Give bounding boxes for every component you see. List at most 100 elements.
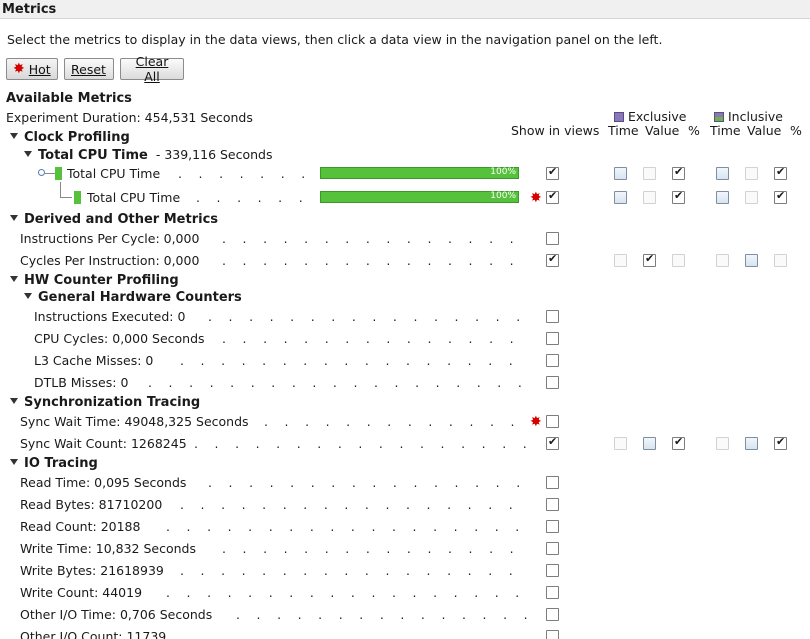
metric-row-sync-wait-count: Sync Wait Count: 1268245 . . . . . . . .… <box>0 435 810 456</box>
leader-dots: . . . . . . . . . . . . . . . . . . . . … <box>208 309 528 324</box>
exclusive-time-checkbox <box>614 437 627 450</box>
metric-label: Write Time: 10,832 Seconds <box>20 541 196 556</box>
exclusive-metric-icon <box>614 112 624 122</box>
exclusive-percent-checkbox[interactable] <box>672 165 685 180</box>
metric-label: Read Count: 20188 <box>20 519 141 534</box>
metric-row-read-count: Read Count: 20188 . . . . . . . . . . . … <box>0 519 810 539</box>
show-in-views-checkbox[interactable] <box>546 542 559 555</box>
panel-title: Metrics <box>0 0 810 19</box>
show-in-views-checkbox[interactable] <box>546 564 559 577</box>
show-in-views-checkbox[interactable] <box>546 310 559 323</box>
expand-triangle-icon[interactable] <box>10 459 18 465</box>
metric-row-sync-wait-time: Sync Wait Time: 49048,325 Seconds . . . … <box>0 414 810 434</box>
leader-dots: . . . . . . . . . . . . . . . . . . . . … <box>222 541 518 556</box>
exclusive-value-checkbox <box>643 191 656 204</box>
show-in-views-checkbox[interactable] <box>546 498 559 511</box>
metric-row-cpu-cycles: CPU Cycles: 0,000 Seconds . . . . . . . … <box>0 331 810 351</box>
red-star-icon: ✸ <box>530 190 542 206</box>
metric-label: CPU Cycles: 0,000 Seconds <box>34 331 205 346</box>
show-in-views-checkbox[interactable] <box>546 189 559 204</box>
leader-dots: . . . . . . . . . . . . . . . . . . . . … <box>166 585 528 600</box>
clear-all-button[interactable]: Clear All <box>120 54 184 84</box>
leader-dots: . . . . . . . . . . . . . . . . . . . . … <box>194 436 528 451</box>
show-in-views-checkbox[interactable] <box>546 354 559 367</box>
show-in-views-checkbox[interactable] <box>546 232 559 245</box>
metric-label: Total CPU Time <box>87 190 181 205</box>
expand-triangle-icon[interactable] <box>10 215 18 221</box>
reset-button-label: Reset <box>71 61 106 77</box>
inclusive-value-checkbox[interactable] <box>745 437 758 450</box>
show-in-views-checkbox[interactable] <box>546 165 559 180</box>
expand-triangle-icon[interactable] <box>10 398 18 404</box>
bar-label: 100% <box>490 167 516 177</box>
section-title: Derived and Other Metrics <box>24 212 219 227</box>
leader-dots: . . . . . . . . . . . . . . . . . . . . … <box>222 253 527 268</box>
group-total-cpu-time[interactable]: Total CPU Time - 339,116 Seconds <box>0 147 810 167</box>
show-in-views-checkbox[interactable] <box>546 435 559 450</box>
metric-row-other-io-count: Other I/O Count: 11739 . . . . . . . . .… <box>0 629 810 639</box>
inclusive-value-checkbox <box>745 167 758 180</box>
section-title: Clock Profiling <box>24 130 130 145</box>
exclusive-time-checkbox[interactable] <box>614 167 627 180</box>
metric-label: Sync Wait Count: 1268245 <box>20 436 187 451</box>
exclusive-value-checkbox[interactable] <box>643 437 656 450</box>
expand-triangle-icon[interactable] <box>10 276 18 282</box>
show-in-views-checkbox[interactable] <box>546 586 559 599</box>
metric-label: Write Bytes: 21618939 <box>20 563 164 578</box>
expand-triangle-icon[interactable] <box>10 133 18 139</box>
metric-row-write-count: Write Count: 44019 . . . . . . . . . . .… <box>0 585 810 605</box>
available-metrics-heading: Available Metrics <box>6 91 132 106</box>
show-in-views-checkbox[interactable] <box>546 415 559 428</box>
red-star-icon: ✸ <box>530 414 542 430</box>
inclusive-time-checkbox[interactable] <box>716 167 729 180</box>
leader-dots: . . . . . . . . . . . . . . . . . . . . … <box>148 375 528 390</box>
show-in-views-checkbox[interactable] <box>546 332 559 345</box>
hot-button[interactable]: ✸ Hot <box>6 58 58 80</box>
section-synchronization-tracing[interactable]: Synchronization Tracing <box>0 395 810 415</box>
exclusive-value-checkbox[interactable] <box>643 252 656 267</box>
clear-all-button-label: Clear All <box>135 54 169 84</box>
show-in-views-checkbox[interactable] <box>546 376 559 389</box>
inclusive-percent-checkbox[interactable] <box>774 189 787 204</box>
metric-label: Read Bytes: 81710200 <box>20 497 163 512</box>
metric-label: Total CPU Time <box>67 166 161 181</box>
leader-dots: . . . . . . . . . . . . . . . . . . . . … <box>180 629 528 639</box>
metric-row-total-cpu-time: Total CPU Time . . . . . . . . . . . . .… <box>0 165 810 186</box>
leader-dots: . . . . . . . . . . . . . . . . . . . . … <box>180 497 528 512</box>
exclusive-header: Exclusive <box>614 109 686 124</box>
cpu-percentage-bar: 100% <box>320 191 519 203</box>
leader-dots: . . . . . . . . . . . . . . . . . <box>196 190 316 205</box>
section-derived-metrics[interactable]: Derived and Other Metrics <box>0 212 810 232</box>
metric-label: Other I/O Count: 11739 <box>20 629 167 639</box>
reset-button[interactable]: Reset <box>64 58 114 80</box>
section-io-tracing[interactable]: IO Tracing <box>0 456 810 476</box>
exclusive-time-checkbox[interactable] <box>614 191 627 204</box>
show-in-views-checkbox[interactable] <box>546 476 559 489</box>
metric-label: DTLB Misses: 0 <box>34 375 129 390</box>
tree-line <box>45 173 55 174</box>
metric-row-cpi: Cycles Per Instruction: 0,000 . . . . . … <box>0 252 810 273</box>
metric-label: Read Time: 0,095 Seconds <box>20 475 187 490</box>
inclusive-percent-checkbox <box>774 254 787 267</box>
metric-label: Other I/O Time: 0,706 Seconds <box>20 607 213 622</box>
leader-dots: . . . . . . . . . . . . . . . . . . . . … <box>222 231 527 246</box>
red-star-icon: ✸ <box>13 61 25 77</box>
exclusive-percent-checkbox[interactable] <box>672 435 685 450</box>
inclusive-percent-checkbox[interactable] <box>774 435 787 450</box>
inclusive-value-checkbox[interactable] <box>745 254 758 267</box>
group-general-hardware-counters[interactable]: General Hardware Counters <box>0 290 810 310</box>
metric-label: Cycles Per Instruction: 0,000 <box>20 253 200 268</box>
group-title: Total CPU Time <box>38 148 148 163</box>
inclusive-time-checkbox[interactable] <box>716 191 729 204</box>
exclusive-percent-checkbox[interactable] <box>672 189 685 204</box>
show-in-views-checkbox[interactable] <box>546 630 559 639</box>
expand-triangle-icon[interactable] <box>24 293 32 299</box>
expand-triangle-icon[interactable] <box>24 151 32 157</box>
show-in-views-checkbox[interactable] <box>546 252 559 267</box>
show-in-views-checkbox[interactable] <box>546 608 559 621</box>
inclusive-percent-checkbox[interactable] <box>774 165 787 180</box>
show-in-views-checkbox[interactable] <box>546 520 559 533</box>
exclusive-value-checkbox <box>643 167 656 180</box>
leader-dots: . . . . . . . . . . . . . . . . . . . . … <box>180 563 528 578</box>
inclusive-value-checkbox <box>745 191 758 204</box>
